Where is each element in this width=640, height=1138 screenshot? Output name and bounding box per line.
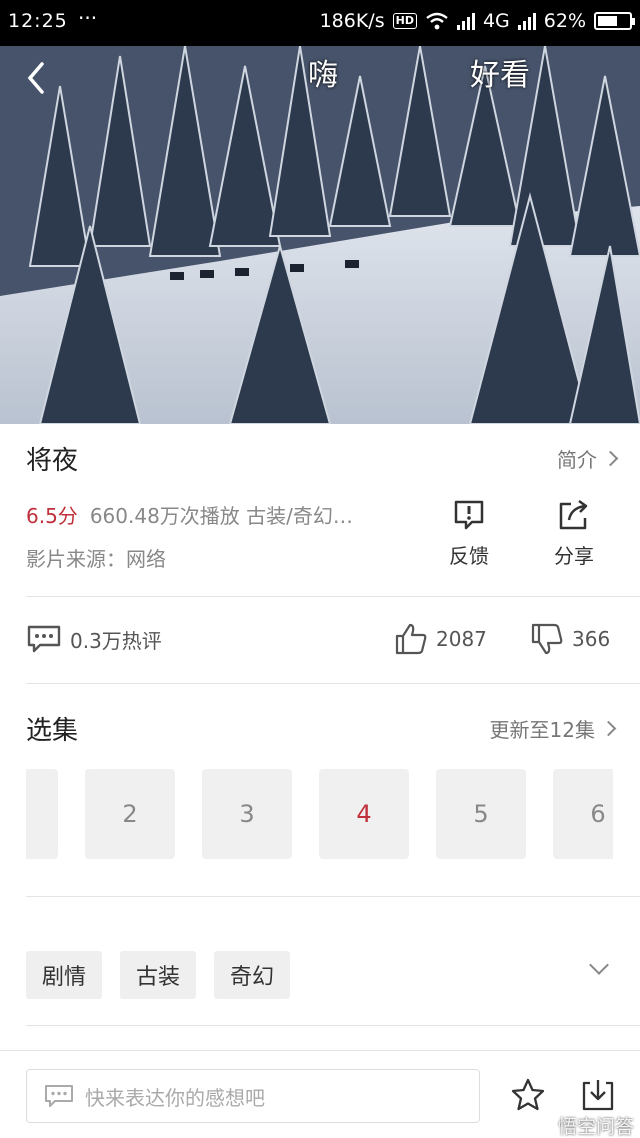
episode-number: 2 xyxy=(122,800,138,828)
star-icon[interactable] xyxy=(510,1077,546,1113)
share-label: 分享 xyxy=(554,544,594,568)
danmu-comment: 好看 xyxy=(470,58,530,93)
chevron-right-icon xyxy=(600,720,617,737)
divider xyxy=(26,896,640,897)
likes-count: 2087 xyxy=(436,627,487,651)
status-bar: 12:25 ··· 186K/s HD 4G 62% xyxy=(0,0,640,46)
video-title: 将夜 xyxy=(26,446,79,476)
status-time: 12:25 xyxy=(8,10,68,32)
network-speed: 186K/s xyxy=(319,10,385,32)
video-frame-snowy-forest xyxy=(0,46,640,424)
episode-item-current[interactable]: 4 xyxy=(319,769,409,859)
status-dots: ··· xyxy=(78,6,98,30)
battery-icon xyxy=(594,12,635,30)
divider xyxy=(26,1025,640,1026)
feedback-icon xyxy=(454,500,484,530)
feedback-button[interactable]: 反馈 xyxy=(434,498,504,569)
comments-button[interactable]: 0.3万热评 xyxy=(26,624,162,654)
episode-number: 6 xyxy=(590,800,606,828)
chevron-right-icon xyxy=(602,450,619,467)
danmu-comment: 嗨 xyxy=(308,58,338,93)
thumbs-down-icon xyxy=(531,623,563,655)
hd-icon: HD xyxy=(392,13,417,29)
episode-item[interactable]: 6 xyxy=(553,769,613,859)
video-player[interactable]: 嗨 好看 xyxy=(0,46,640,424)
video-source: 影片来源：网络 xyxy=(26,547,166,571)
episode-item[interactable] xyxy=(26,769,58,859)
episode-item[interactable]: 5 xyxy=(436,769,526,859)
episode-list: 2 3 4 5 6 xyxy=(26,769,613,861)
tag-item[interactable]: 古装 xyxy=(120,951,197,999)
plays-genre: 660.48万次播放 古装/奇幻… xyxy=(89,504,353,528)
comment-icon xyxy=(45,1085,73,1107)
thumbs-up-icon xyxy=(395,623,427,655)
title-row: 将夜 简介 xyxy=(26,440,619,480)
feedback-label: 反馈 xyxy=(449,544,489,568)
dislike-button[interactable]: 366 xyxy=(530,622,610,656)
signal-icon xyxy=(456,12,475,30)
comment-placeholder: 快来表达你的感想吧 xyxy=(85,1085,265,1110)
episode-number: 3 xyxy=(239,800,255,828)
episode-item[interactable]: 2 xyxy=(85,769,175,859)
tag-item[interactable]: 剧情 xyxy=(26,951,103,999)
battery-percent: 62% xyxy=(543,10,586,32)
watermark: 悟空问答 xyxy=(557,1116,634,1138)
share-icon xyxy=(559,499,588,530)
intro-link[interactable]: 简介 xyxy=(557,444,619,473)
episodes-title: 选集 xyxy=(26,716,79,746)
episodes-update-link[interactable]: 更新至12集 xyxy=(489,714,617,743)
episodes-update-label: 更新至12集 xyxy=(489,718,595,742)
wifi-icon xyxy=(426,12,448,30)
rating-score: 6.5分 xyxy=(26,504,78,528)
divider xyxy=(26,683,640,684)
download-icon[interactable] xyxy=(580,1077,616,1113)
episode-number: 5 xyxy=(473,800,489,828)
episode-number: 4 xyxy=(356,800,372,828)
video-meta: 6.5分 660.48万次播放 古装/奇幻… xyxy=(26,500,353,529)
comment-input[interactable]: 快来表达你的感想吧 xyxy=(26,1069,480,1123)
signal-icon-2 xyxy=(517,12,536,30)
stats-row: 0.3万热评 2087 366 xyxy=(26,618,616,662)
comment-icon xyxy=(27,625,61,653)
back-arrow-icon[interactable] xyxy=(18,58,58,98)
divider xyxy=(26,596,640,597)
intro-label: 简介 xyxy=(557,448,597,472)
dislikes-count: 366 xyxy=(572,627,611,651)
chevron-down-icon[interactable] xyxy=(589,955,609,975)
share-button[interactable]: 分享 xyxy=(539,498,609,569)
episode-item[interactable]: 3 xyxy=(202,769,292,859)
tag-item[interactable]: 奇幻 xyxy=(214,951,291,999)
network-type: 4G xyxy=(482,10,510,32)
bottom-bar: 快来表达你的感想吧 xyxy=(0,1050,640,1138)
comments-count: 0.3万热评 xyxy=(70,628,162,653)
status-right: 186K/s HD 4G 62% xyxy=(319,10,635,32)
tag-list: 剧情 古装 奇幻 xyxy=(26,951,291,999)
like-button[interactable]: 2087 xyxy=(394,622,487,656)
